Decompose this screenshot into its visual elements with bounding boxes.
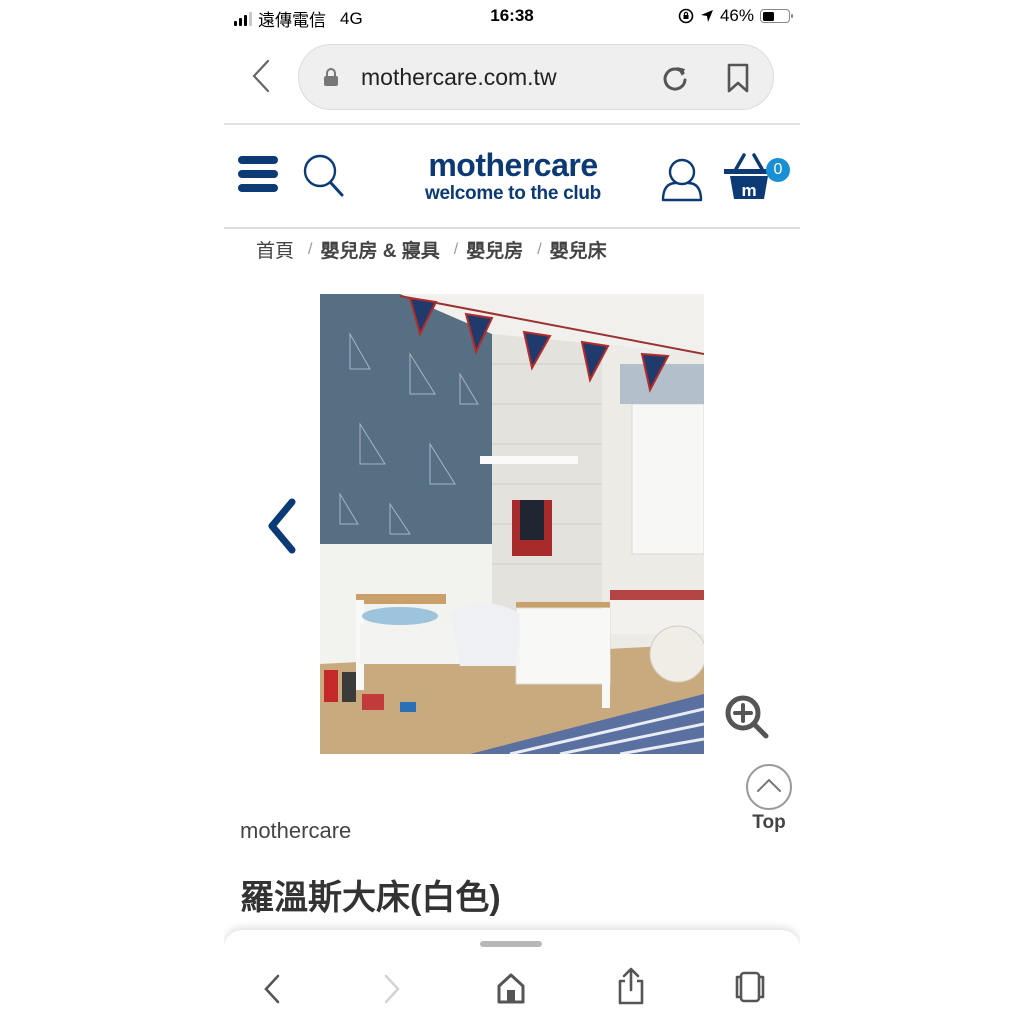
product-brand[interactable]: mothercare: [240, 818, 351, 844]
product-image[interactable]: [320, 294, 704, 754]
browser-back-button[interactable]: [248, 58, 274, 94]
site-header: mothercare welcome to the club m 0: [224, 125, 800, 227]
address-bar-row: mothercare.com.tw: [224, 42, 800, 112]
location-arrow-icon: [700, 10, 713, 22]
logo-brand: mothercare: [428, 147, 598, 183]
battery-percent: 46%: [719, 6, 754, 25]
status-bar: 遠傳電信 4G 16:38 46%: [224, 0, 800, 34]
breadcrumb-nursery-bedding[interactable]: 嬰兒房 & 寢具: [320, 236, 439, 263]
breadcrumb: 首頁 / 嬰兒房 & 寢具 / 嬰兒房 / 嬰兒床: [256, 236, 607, 263]
chevron-up-icon: [746, 764, 792, 810]
zoom-in-icon[interactable]: [724, 694, 770, 740]
menu-button[interactable]: [238, 156, 278, 196]
orientation-lock-icon: [678, 8, 694, 24]
product-title: 羅溫斯大床(白色): [240, 879, 501, 917]
gallery-prev-arrow-icon[interactable]: [264, 496, 298, 556]
back-icon[interactable]: [262, 972, 282, 1006]
reload-icon[interactable]: [661, 63, 689, 93]
search-icon[interactable]: [302, 153, 346, 199]
share-icon[interactable]: [616, 966, 646, 1006]
back-to-top-button[interactable]: Top: [744, 764, 794, 834]
bookmark-icon[interactable]: [727, 63, 749, 93]
forward-icon[interactable]: [382, 972, 402, 1006]
address-bar[interactable]: mothercare.com.tw: [298, 44, 774, 110]
lock-icon: [324, 68, 338, 86]
tabs-icon[interactable]: [734, 970, 766, 1004]
account-icon[interactable]: [660, 157, 704, 203]
top-label: Top: [752, 812, 786, 833]
url-text[interactable]: mothercare.com.tw: [361, 64, 557, 91]
logo-tagline: welcome to the club: [425, 183, 601, 204]
site-logo[interactable]: mothercare welcome to the club: [420, 147, 606, 205]
breadcrumb-home[interactable]: 首頁: [256, 236, 294, 263]
breadcrumb-cribs[interactable]: 嬰兒床: [550, 236, 607, 263]
product-photo: [320, 294, 704, 754]
cart-count-badge: 0: [766, 158, 790, 182]
browser-viewport: 遠傳電信 4G 16:38 46% mothercare.com.tw moth…: [224, 0, 800, 1024]
home-icon[interactable]: [496, 972, 526, 1004]
divider: [224, 227, 800, 229]
browser-toolbar: [224, 930, 800, 1024]
svg-text:m: m: [741, 181, 756, 200]
toolbar-grabber[interactable]: [480, 941, 542, 947]
hamburger-menu-icon: [238, 156, 278, 192]
back-chevron-icon: [252, 59, 270, 93]
battery-icon: [760, 9, 793, 23]
basket-icon[interactable]: m: [724, 153, 774, 203]
breadcrumb-nursery[interactable]: 嬰兒房: [466, 236, 523, 263]
